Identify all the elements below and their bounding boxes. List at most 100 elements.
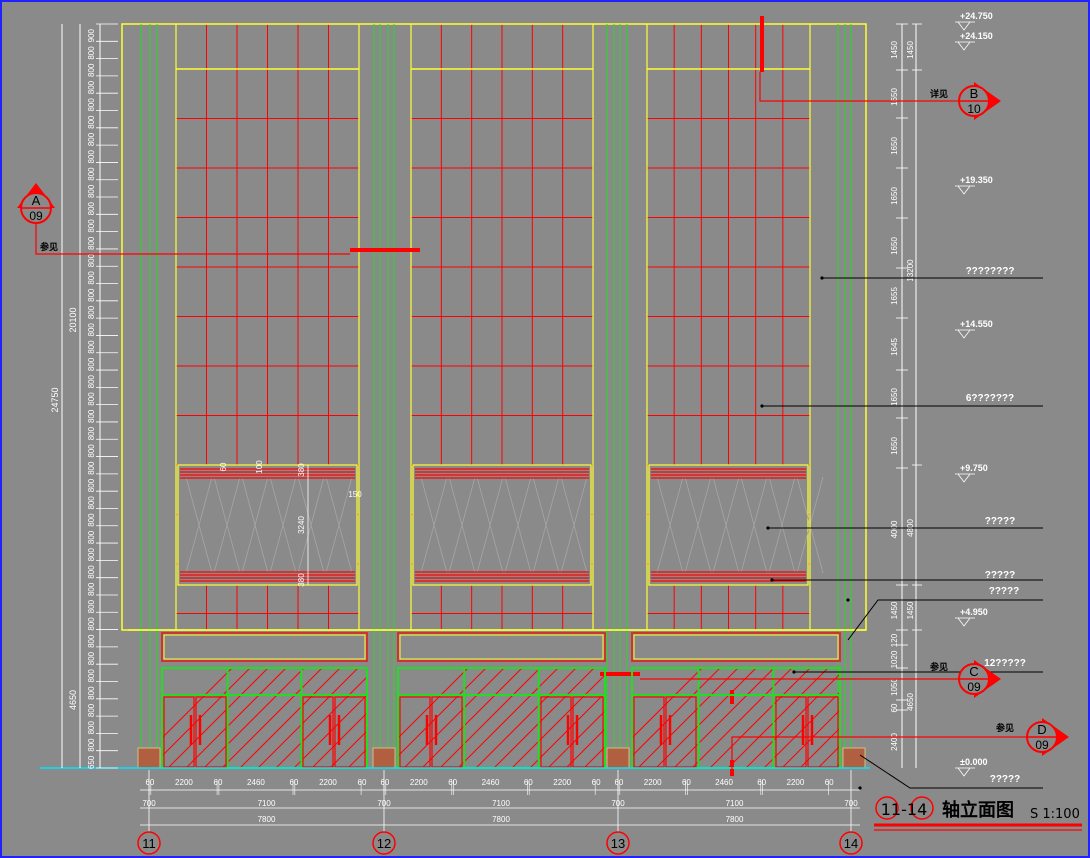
- elevation-marker: ±0.000: [955, 757, 987, 777]
- leader-dot: [792, 670, 796, 674]
- row-dim: 800: [87, 444, 96, 458]
- lower-total-dim: 4650: [68, 690, 78, 710]
- elevation-triangle: [957, 329, 971, 339]
- glass-hatch: [709, 667, 811, 769]
- row-dim: 800: [87, 46, 96, 60]
- upper-total-dim: 20100: [68, 307, 78, 332]
- row-dim: 800: [87, 617, 96, 631]
- podium-frame: [631, 667, 841, 769]
- elevation-triangle: [957, 21, 971, 31]
- glass-hatch: [167, 667, 269, 769]
- glass-hatch: [493, 667, 595, 769]
- segment-dim: 60: [524, 778, 533, 787]
- axis-bubble-label: 14: [844, 836, 858, 851]
- glass-hatch: [583, 746, 606, 769]
- note-text: ????????: [966, 266, 1015, 277]
- elevation-triangle: [957, 41, 971, 51]
- title-scale: S 1:100: [1030, 807, 1080, 822]
- segment-dim: 60: [448, 778, 457, 787]
- right-dim: 60: [890, 703, 899, 712]
- panel-dim: 380: [297, 463, 306, 477]
- decor-panel: [648, 464, 809, 586]
- glass-hatch: [221, 667, 323, 769]
- glass-hatch: [565, 728, 606, 769]
- callout-sheet: 09: [29, 209, 43, 223]
- callout-b: B10 详见: [759, 72, 1001, 120]
- row-dim: 800: [87, 426, 96, 440]
- elevation-triangle: [957, 617, 971, 627]
- row-dim: 800: [87, 374, 96, 388]
- segment-dim: 60: [358, 778, 367, 787]
- note-text: ?????: [989, 586, 1020, 597]
- elevation-marker: +4.950: [955, 607, 988, 627]
- row-dim: 800: [87, 132, 96, 146]
- dimension-lines: [61, 23, 922, 826]
- row-dim: 800: [87, 599, 96, 613]
- right-total-dim: 1450: [906, 41, 915, 59]
- row-dim: 800: [87, 703, 96, 717]
- callout-leader: [35, 223, 350, 255]
- row-dim: 800: [87, 513, 96, 527]
- row-dim: 800: [87, 461, 96, 475]
- glass-hatch: [691, 667, 793, 769]
- podium-frame: [161, 667, 368, 769]
- segment-dim: 60: [682, 778, 691, 787]
- row-dim: 800: [87, 357, 96, 371]
- row-dim: 800: [87, 219, 96, 233]
- row-dim: 900: [87, 28, 96, 42]
- total-dim: 7800: [258, 815, 276, 824]
- leader-dot: [820, 276, 824, 280]
- title-axes: 11-14: [881, 800, 928, 819]
- row-dim: 800: [87, 686, 96, 700]
- elevation-marker: +24.750: [955, 11, 993, 31]
- glass-hatch: [475, 667, 577, 769]
- segment-dim: 2460: [482, 778, 500, 787]
- row-dim: 800: [87, 201, 96, 215]
- signage-band: [397, 632, 606, 662]
- elevation-triangle: [957, 767, 971, 777]
- leader-dot: [846, 598, 850, 602]
- signage-band: [161, 632, 368, 662]
- panel-dim: 3240: [297, 516, 306, 534]
- callout-sheet: 09: [1035, 738, 1049, 752]
- segment-dim: 2460: [715, 778, 733, 787]
- right-dim: 1650: [890, 88, 899, 106]
- podium-frame: [397, 667, 606, 769]
- glass-hatch: [817, 745, 841, 769]
- note-text: ?????: [985, 570, 1016, 581]
- segment-dim: 60: [380, 778, 389, 787]
- right-dim: 1650: [890, 437, 899, 455]
- right-dim: 4000: [890, 520, 899, 538]
- elevation-marker: +14.550: [955, 319, 993, 339]
- row-dim: 800: [87, 530, 96, 544]
- segment-dim: 2200: [553, 778, 571, 787]
- row-dim: 800: [87, 236, 96, 250]
- leader-dot: [858, 786, 862, 790]
- row-dim: 800: [87, 115, 96, 129]
- row-dim: 800: [87, 721, 96, 735]
- note-text: 12?????: [984, 658, 1026, 669]
- callout-note: 参见: [996, 722, 1014, 733]
- callout-note: 详见: [930, 88, 948, 99]
- callout-letter: D: [1037, 722, 1046, 737]
- axis-bubble-label: 13: [611, 836, 625, 851]
- row-dim: 800: [87, 651, 96, 665]
- row-dim: 800: [87, 738, 96, 752]
- row-dim: 800: [87, 253, 96, 267]
- glass-hatch: [257, 667, 359, 769]
- segment-dim: 60: [145, 778, 154, 787]
- grand-total-dim: 24750: [50, 387, 60, 412]
- segment-dim: 2200: [175, 778, 193, 787]
- note-text: ?????: [985, 516, 1016, 527]
- callout-letter: C: [969, 664, 978, 679]
- bay-dim: 7100: [726, 799, 744, 808]
- elevation-label: +9.750: [960, 463, 988, 473]
- elevation-marker: +19.350: [955, 175, 993, 195]
- right-dim: 1650: [890, 388, 899, 406]
- glass-hatch: [161, 667, 233, 739]
- row-dim: 800: [87, 478, 96, 492]
- glass-hatch: [203, 667, 305, 769]
- elevation-marker: +24.150: [955, 31, 993, 51]
- row-dim: 800: [87, 288, 96, 302]
- right-dim: 1450: [890, 601, 899, 619]
